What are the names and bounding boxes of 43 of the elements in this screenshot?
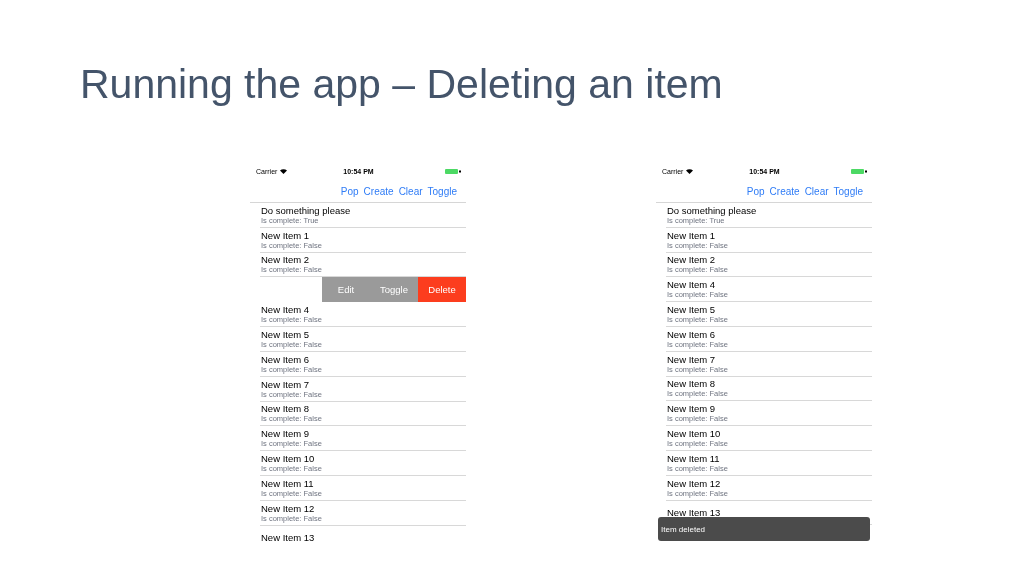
delete-action-button[interactable]: Delete [418, 277, 466, 303]
nav-button[interactable]: Create [363, 185, 394, 197]
swipe-action-button[interactable]: Edit [322, 277, 370, 303]
item-title: New Item 11 [260, 477, 315, 489]
item-title: Do something please [260, 204, 352, 216]
nav-button[interactable]: Create [769, 185, 800, 197]
battery-icon [851, 169, 867, 174]
wifi-icon [686, 169, 694, 174]
item-title: New Item 12 [666, 477, 722, 489]
item-title: Do something please [666, 204, 758, 216]
item-title: New Item 6 [260, 353, 311, 365]
item-title: New Item 1 [260, 229, 311, 241]
item-title: New Item 1 [666, 229, 717, 241]
nav-button[interactable]: Pop [340, 185, 359, 197]
item-title: New Item 9 [260, 428, 311, 440]
item-title: New Item 10 [666, 428, 722, 440]
slide-title: Running the app – Deleting an item [79, 60, 724, 109]
item-title: New Item 2 [666, 254, 717, 266]
toast-message: Item deleted [658, 517, 870, 541]
nav-button[interactable]: Pop [746, 185, 765, 197]
item-title: New Item 4 [666, 279, 717, 291]
item-title: New Item 13 [666, 506, 722, 518]
item-title: New Item 4 [260, 304, 311, 316]
item-title: New Item 10 [260, 453, 316, 465]
item-title: New Item 8 [666, 378, 717, 390]
item-title: New Item 9 [666, 403, 717, 415]
item-title: New Item 2 [260, 254, 311, 266]
item-title: New Item 7 [260, 378, 311, 390]
item-title: New Item 6 [666, 328, 717, 340]
swipe-action-button[interactable]: Toggle [370, 277, 418, 303]
nav-button[interactable]: Toggle [833, 185, 863, 197]
item-title: New Item 8 [260, 403, 311, 415]
item-title: New Item 12 [260, 502, 316, 514]
nav-button[interactable]: Clear [804, 185, 829, 197]
nav-button[interactable]: Toggle [427, 185, 457, 197]
nav-button[interactable]: Clear [398, 185, 423, 197]
item-title: New Item 5 [666, 304, 717, 316]
item-title: New Item 5 [260, 329, 311, 341]
item-title: New Item 11 [666, 452, 721, 464]
item-title: New Item 13 [260, 531, 316, 543]
item-title: New Item 7 [666, 353, 717, 365]
wifi-icon [280, 169, 288, 174]
battery-icon [445, 169, 461, 174]
